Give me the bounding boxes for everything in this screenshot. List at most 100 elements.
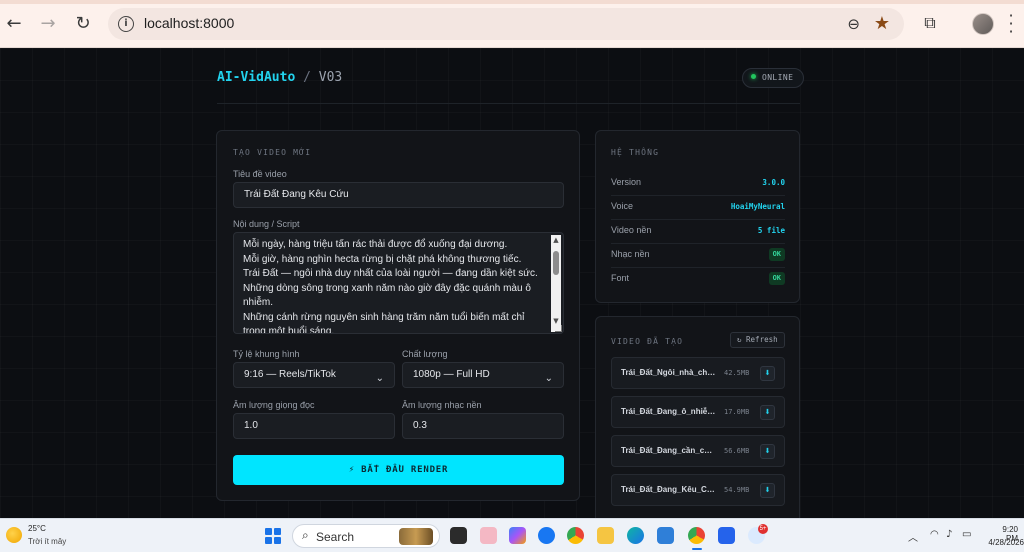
vscode-icon[interactable] — [657, 527, 674, 544]
create-video-panel: TẠO VIDEO MỚI Tiêu đề video Trái Đất Đan… — [216, 130, 580, 501]
url-text[interactable]: localhost:8000 — [144, 15, 234, 31]
weather-sun-icon[interactable] — [6, 527, 22, 543]
start-button-icon[interactable] — [265, 528, 281, 544]
download-icon[interactable]: ⬇ — [760, 405, 775, 420]
system-row-value: 5 file — [757, 226, 785, 235]
scroll-thumb[interactable] — [553, 251, 559, 275]
download-icon[interactable]: ⬇ — [760, 483, 775, 498]
extensions-icon[interactable]: ⧉ — [920, 13, 940, 33]
windows-taskbar: 25°C Trời ít mây ⌕ Search 5+ ︿ ◠ ♪ ▭ 9:2… — [0, 518, 1024, 552]
forward-icon[interactable]: → — [37, 13, 59, 35]
system-row-label: Video nền — [611, 225, 652, 235]
quality-select[interactable]: 1080p — Full HD ⌄ — [402, 362, 564, 388]
system-row-value: HoaiMyNeural — [730, 202, 785, 211]
system-panel: HỆ THỐNG Version 3.0.0 Voice HoaiMyNeura… — [595, 130, 800, 303]
video-name: Trái_Đất_Đang_Kêu_C… — [621, 485, 715, 494]
status-text: ONLINE — [762, 73, 794, 82]
status-ok-badge: OK — [768, 248, 785, 261]
tab-strip — [0, 0, 1024, 4]
brand-version: V03 — [318, 70, 343, 85]
videos-panel: VIDEO ĐÃ TẠO ↻ Refresh Trái_Đất_Ngôi_nhà… — [595, 316, 800, 518]
chevron-up-icon[interactable]: ︿ — [908, 529, 918, 544]
resize-grip-icon[interactable] — [555, 325, 562, 332]
video-list-item[interactable]: Trái_Đất_Đang_Kêu_C… 54.9MB ⬇ — [611, 474, 785, 506]
system-panel-title: HỆ THỐNG — [611, 148, 660, 157]
edge-icon[interactable] — [627, 527, 644, 544]
music-volume-label: Âm lượng nhạc nền — [402, 400, 482, 410]
voice-volume-label: Âm lượng giọng đọc — [233, 400, 315, 410]
video-list-item[interactable]: Trái_Đất_Ngôi_nhà_ch… 42.5MB ⬇ — [611, 357, 785, 389]
music-volume-input[interactable]: 0.3 — [402, 413, 564, 439]
system-row-value: 3.0.0 — [762, 178, 785, 187]
chevron-down-icon: ⌄ — [375, 373, 384, 384]
weather-temperature[interactable]: 25°C — [28, 524, 46, 533]
download-icon[interactable]: ⬇ — [760, 444, 775, 459]
script-line: Mỗi ngày, hàng triệu tấn rác thải được đ… — [243, 239, 508, 250]
system-row-label: Version — [611, 177, 642, 187]
reload-icon[interactable]: ↻ — [72, 13, 94, 35]
notification-badge: 5+ — [758, 524, 768, 534]
system-row-label: Voice — [611, 201, 634, 211]
video-name: Trái_Đất_Đang_cần_c… — [621, 446, 713, 455]
video-name: Trái_Đất_Đang_ô_nhiễ… — [621, 407, 716, 416]
file-explorer-icon[interactable] — [597, 527, 614, 544]
quality-field-label: Chất lượng — [402, 349, 448, 359]
system-row-version: Version 3.0.0 — [611, 173, 785, 196]
widgets-icon[interactable] — [480, 527, 497, 544]
scroll-up-arrow-icon[interactable]: ▲ — [551, 235, 561, 245]
address-bar[interactable]: i localhost:8000 ⊖ ★ — [108, 8, 904, 40]
video-list-item[interactable]: Trái_Đất_Đang_cần_c… 56.6MB ⬇ — [611, 435, 785, 467]
create-panel-title: TẠO VIDEO MỚI — [233, 148, 312, 157]
title-input[interactable]: Trái Đất Đang Kêu Cứu — [233, 182, 564, 208]
search-label: Search — [316, 530, 355, 544]
video-size: 42.5MB — [724, 369, 750, 377]
back-icon[interactable]: ← — [3, 13, 25, 35]
browser-menu-icon[interactable]: · · · — [1008, 8, 1014, 40]
task-view-icon[interactable] — [450, 527, 467, 544]
video-size: 56.6MB — [724, 447, 750, 455]
brand-name: AI-VidAuto — [217, 70, 296, 85]
script-line: Những cánh rừng nguyên sinh hàng trăm nă… — [243, 311, 525, 334]
app-page: AI-VidAuto / V03 ONLINE TẠO VIDEO MỚI Ti… — [0, 48, 1024, 518]
chrome-icon[interactable] — [567, 527, 584, 544]
bookmark-star-icon[interactable]: ★ — [874, 13, 890, 34]
system-row-video-bg: Video nền 5 file — [611, 221, 785, 244]
system-row-label: Nhạc nền — [611, 249, 650, 259]
video-size: 54.9MB — [724, 486, 750, 494]
taskbar-search[interactable]: ⌕ Search — [292, 524, 440, 548]
profile-avatar[interactable] — [972, 13, 994, 35]
wifi-icon[interactable]: ◠ — [930, 529, 939, 540]
clock-date[interactable]: 4/28/2026 — [984, 538, 1024, 547]
weather-description[interactable]: Trời ít mây — [28, 537, 66, 546]
download-icon[interactable]: ⬇ — [760, 366, 775, 381]
aspect-select[interactable]: 9:16 — Reels/TikTok ⌄ — [233, 362, 395, 388]
start-render-button[interactable]: ⚡ BẮT ĐẦU RENDER — [233, 455, 564, 485]
battery-icon[interactable]: ▭ — [962, 529, 971, 540]
video-list-item[interactable]: Trái_Đất_Đang_ô_nhiễ… 17.0MB ⬇ — [611, 396, 785, 428]
word-icon[interactable] — [718, 527, 735, 544]
refresh-button[interactable]: ↻ Refresh — [730, 332, 785, 348]
volume-icon[interactable]: ♪ — [946, 529, 952, 540]
system-row-label: Font — [611, 273, 630, 283]
system-row-font: Font OK — [611, 269, 785, 292]
voice-volume-input[interactable]: 1.0 — [233, 413, 395, 439]
script-line: Trái Đất — ngôi nhà duy nhất của loài ng… — [243, 268, 538, 279]
facebook-icon[interactable] — [538, 527, 555, 544]
header-divider — [217, 103, 800, 104]
zoom-icon[interactable]: ⊖ — [847, 15, 860, 33]
copilot-icon[interactable] — [509, 527, 526, 544]
script-textarea[interactable]: Mỗi ngày, hàng triệu tấn rác thải được đ… — [233, 232, 564, 334]
status-dot-icon — [751, 74, 756, 79]
chrome-active-icon[interactable] — [688, 527, 705, 544]
title-field-label: Tiêu đề video — [233, 169, 287, 179]
script-text: Mỗi ngày, hàng triệu tấn rác thải được đ… — [243, 238, 549, 334]
site-info-icon[interactable]: i — [118, 16, 134, 32]
search-highlight-image — [399, 528, 433, 545]
video-size: 17.0MB — [724, 408, 750, 416]
aspect-field-label: Tỷ lệ khung hình — [233, 349, 300, 359]
videos-panel-title: VIDEO ĐÃ TẠO — [611, 337, 684, 346]
status-badge: ONLINE — [742, 68, 805, 88]
system-row-music: Nhạc nền OK — [611, 245, 785, 268]
script-scrollbar[interactable]: ▲ ▼ — [551, 235, 561, 332]
chevron-down-icon: ⌄ — [544, 373, 553, 384]
